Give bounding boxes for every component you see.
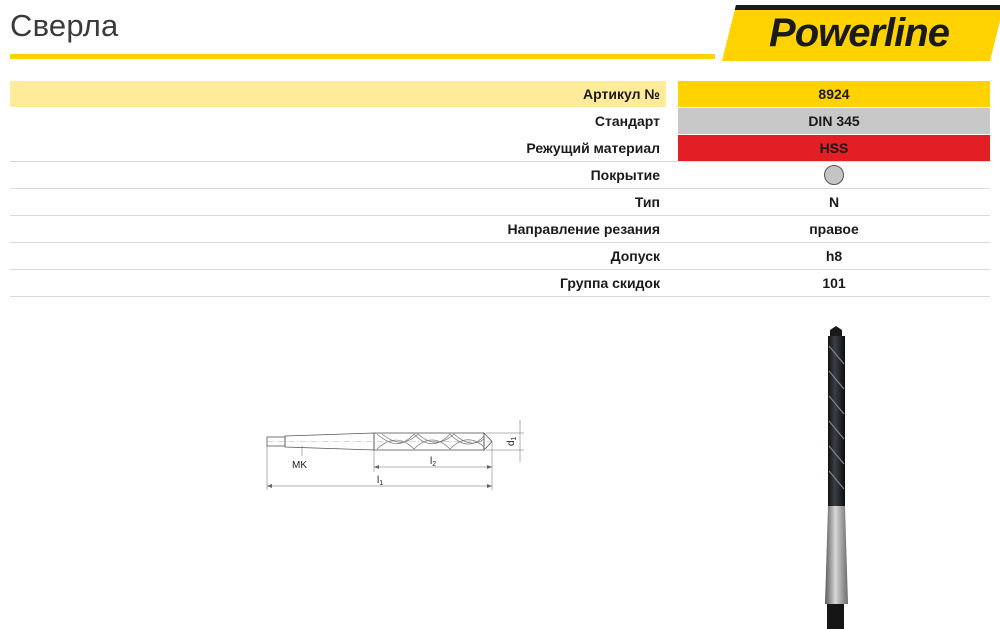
spec-row-material: Режущий материал HSS <box>10 135 990 162</box>
spec-label: Допуск <box>610 248 660 264</box>
spec-value: HSS <box>678 135 990 161</box>
spec-value: DIN 345 <box>678 108 990 134</box>
spec-table: Артикул № 8924 Стандарт DIN 345 Режущий … <box>10 81 990 297</box>
spec-label: Артикул № <box>10 81 666 107</box>
spec-value: 101 <box>822 275 846 291</box>
spec-row-tolerance: Допуск h8 <box>10 243 990 270</box>
d1-label: d1 <box>506 436 518 446</box>
drill-taper-shank <box>825 506 848 604</box>
spec-row-article: Артикул № 8924 <box>10 81 990 108</box>
d1-subscript: 1 <box>511 436 518 440</box>
brand-logo: Powerline <box>722 5 1000 61</box>
l1-arrow-right <box>487 484 492 488</box>
spec-value: N <box>828 194 840 210</box>
l1-arrow-left <box>267 484 272 488</box>
l1-label: l1 <box>377 475 383 487</box>
spec-label: Тип <box>634 194 660 210</box>
l2-arrow-right <box>487 465 492 469</box>
drill-tang <box>827 604 844 629</box>
spec-row-coating: Покрытие <box>10 162 990 189</box>
drill-photo-svg <box>825 326 848 629</box>
spec-value: h8 <box>825 248 843 264</box>
l2-label: l2 <box>430 456 436 468</box>
drill-drawing-svg: d1 l2 MK l1 <box>266 420 524 490</box>
logo-text: Powerline <box>769 11 950 55</box>
drill-technical-drawing: d1 l2 MK l1 <box>262 412 532 496</box>
spec-label: Направление резания <box>507 221 660 237</box>
spec-value: 8924 <box>678 81 990 107</box>
spec-label: Группа скидок <box>560 275 660 291</box>
spec-value <box>678 162 990 188</box>
page-title: Сверла <box>10 8 119 43</box>
mk-label: MK <box>292 460 307 471</box>
spec-row-direction: Направление резания правое <box>10 216 990 243</box>
spec-row-type: Тип N <box>10 189 990 216</box>
spec-label: Режущий материал <box>526 140 660 156</box>
l2-subscript: 2 <box>432 461 436 468</box>
spec-label: Стандарт <box>594 113 660 129</box>
drill-product-photo <box>818 326 854 629</box>
spec-row-discount-group: Группа скидок 101 <box>10 270 990 297</box>
grey-circle-icon <box>824 165 844 186</box>
spec-label: Покрытие <box>590 167 660 183</box>
l2-arrow-left <box>374 465 379 469</box>
spec-row-standard: Стандарт DIN 345 <box>10 108 990 135</box>
l1-subscript: 1 <box>379 480 383 487</box>
title-rule <box>10 54 715 59</box>
spec-value: правое <box>809 221 859 237</box>
